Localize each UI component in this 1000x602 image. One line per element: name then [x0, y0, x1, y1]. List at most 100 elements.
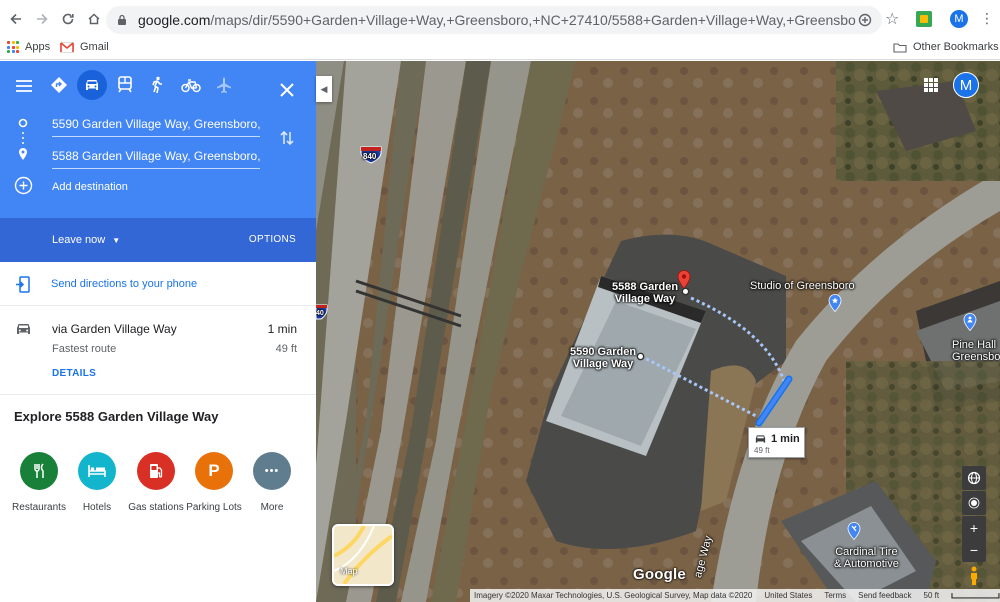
browser-menu-icon[interactable]: ⋮ — [980, 10, 994, 27]
add-destination-link[interactable]: Add destination — [52, 181, 128, 193]
directions-panel: 5590 Garden Village Way, Greensboro, N 5… — [0, 61, 316, 602]
train-icon — [118, 76, 132, 93]
bookmark-apps-label: Apps — [25, 41, 51, 53]
destination-circle-icon — [681, 287, 690, 296]
details-link[interactable]: DETAILS — [52, 368, 96, 379]
more-label: More — [260, 502, 284, 513]
reload-icon[interactable] — [56, 7, 80, 31]
route-info-distance: 49 ft — [754, 446, 770, 455]
my-location-button[interactable] — [962, 491, 986, 515]
route-distance: 49 ft — [275, 343, 297, 355]
forward-arrow-icon[interactable] — [30, 7, 54, 31]
bicycle-icon — [181, 79, 201, 93]
map-layer-label: Map — [340, 566, 358, 576]
studio-poi-icon[interactable] — [828, 294, 842, 312]
terms-link[interactable]: Terms — [824, 591, 846, 600]
compass-icon — [968, 497, 980, 509]
home-icon[interactable] — [82, 7, 106, 31]
explore-more[interactable]: ••• More — [232, 452, 312, 513]
travel-mode-row — [0, 69, 316, 103]
plus-icon: + — [969, 520, 979, 536]
flight-mode[interactable] — [210, 71, 238, 99]
swap-directions-icon[interactable] — [279, 129, 295, 147]
origin-input[interactable]: 5590 Garden Village Way, Greensboro, N — [52, 111, 260, 137]
options-button[interactable]: OPTIONS — [249, 234, 296, 245]
walking-icon — [152, 76, 162, 94]
leave-time-bar: Leave now ▼ OPTIONS — [0, 218, 316, 262]
best-route-mode[interactable] — [45, 71, 73, 99]
origin-dot-icon — [18, 118, 28, 128]
fork-knife-icon — [20, 452, 58, 490]
origin-circle-icon — [636, 352, 645, 361]
gmail-icon — [60, 41, 74, 53]
back-arrow-icon[interactable] — [4, 7, 28, 31]
zoom-out-button[interactable]: − — [962, 538, 986, 562]
route-option[interactable]: via Garden Village Way Fastest route 1 m… — [0, 306, 316, 395]
destination-pin-icon — [19, 148, 27, 160]
leave-now-dropdown[interactable]: Leave now ▼ — [52, 234, 120, 246]
collapse-panel-button[interactable]: ◀ — [316, 76, 332, 102]
walking-mode[interactable] — [143, 71, 171, 99]
airplane-icon — [217, 77, 231, 93]
minus-icon: − — [969, 542, 979, 558]
bookmarks-bar: Apps Gmail Other Bookmarks — [0, 38, 1000, 60]
map-layer-toggle[interactable]: Map — [332, 524, 394, 586]
google-apps-icon[interactable] — [924, 78, 938, 92]
route-info-box[interactable]: 1 min 49 ft — [748, 427, 805, 458]
satellite-imagery — [316, 61, 1000, 602]
add-destination-icon[interactable] — [14, 176, 33, 195]
cardinal-tire-poi-icon[interactable] — [847, 522, 861, 540]
bookmark-star-icon[interactable]: ☆ — [885, 9, 899, 29]
pine-hall-poi-icon[interactable] — [963, 313, 977, 331]
route-dots-connector — [22, 132, 24, 144]
origin-map-label: 5590 Garden Village Way — [570, 346, 637, 370]
directions-header: 5590 Garden Village Way, Greensboro, N 5… — [0, 61, 316, 218]
parking-icon: P — [195, 452, 233, 490]
destination-input[interactable]: 5588 Garden Village Way, Greensboro, N — [52, 143, 260, 169]
explore-title: Explore 5588 Garden Village Way — [14, 409, 219, 424]
apps-grid-icon — [7, 41, 19, 53]
url-text: google.com/maps/dir/5590+Garden+Village+… — [138, 12, 856, 28]
transit-mode[interactable] — [111, 71, 139, 99]
route-info-time: 1 min — [771, 433, 800, 445]
cycling-mode[interactable] — [177, 71, 205, 99]
highway-number-label: 840 — [363, 152, 377, 161]
address-bar[interactable]: google.com/maps/dir/5590+Garden+Village+… — [106, 6, 882, 34]
scale-bar — [951, 592, 1000, 599]
cardinal-tire-map-label: Cardinal Tire & Automotive — [834, 546, 899, 570]
bookmark-apps[interactable]: Apps — [7, 41, 50, 53]
lock-icon — [118, 14, 126, 25]
pegman-icon — [971, 566, 977, 585]
car-icon — [755, 435, 766, 443]
route-via: via Garden Village Way — [52, 322, 177, 336]
chevron-down-icon: ▼ — [112, 236, 121, 245]
zoom-in-button[interactable]: + — [962, 516, 986, 540]
globe-view-button[interactable] — [962, 466, 986, 490]
close-icon[interactable] — [278, 81, 296, 99]
bed-icon — [78, 452, 116, 490]
map-canvas[interactable]: 840 40 5588 Garden Village Way 5590 Gard… — [316, 61, 1000, 602]
driving-mode[interactable] — [77, 70, 107, 100]
route-subtitle: Fastest route — [52, 343, 117, 355]
account-avatar[interactable]: M — [953, 72, 979, 98]
highway-number-partial-label: 40 — [316, 310, 324, 317]
bookmark-gmail[interactable]: Gmail — [60, 41, 109, 53]
map-footer: Imagery ©2020 Maxar Technologies, U.S. G… — [470, 589, 1000, 602]
destination-map-label: 5588 Garden Village Way — [612, 281, 679, 305]
send-to-phone-row[interactable]: Send directions to your phone — [0, 262, 316, 306]
send-to-phone-icon — [16, 276, 30, 293]
send-to-phone-link[interactable]: Send directions to your phone — [51, 278, 197, 290]
profile-avatar[interactable]: M — [950, 10, 968, 28]
pine-hall-map-label: Pine Hall Greensbo — [952, 339, 1000, 363]
extension-icon[interactable] — [916, 11, 932, 27]
menu-icon[interactable] — [15, 79, 33, 93]
bookmark-other[interactable]: Other Bookmarks — [893, 41, 999, 53]
pegman-button[interactable] — [962, 564, 986, 588]
leave-now-label: Leave now — [52, 234, 106, 246]
add-circle-icon[interactable] — [858, 13, 872, 27]
region-link[interactable]: United States — [764, 591, 812, 600]
studio-map-label: Studio of Greensboro — [750, 280, 855, 292]
folder-icon — [893, 42, 907, 53]
scale-label[interactable]: 50 ft — [924, 591, 940, 600]
send-feedback-link[interactable]: Send feedback — [858, 591, 911, 600]
